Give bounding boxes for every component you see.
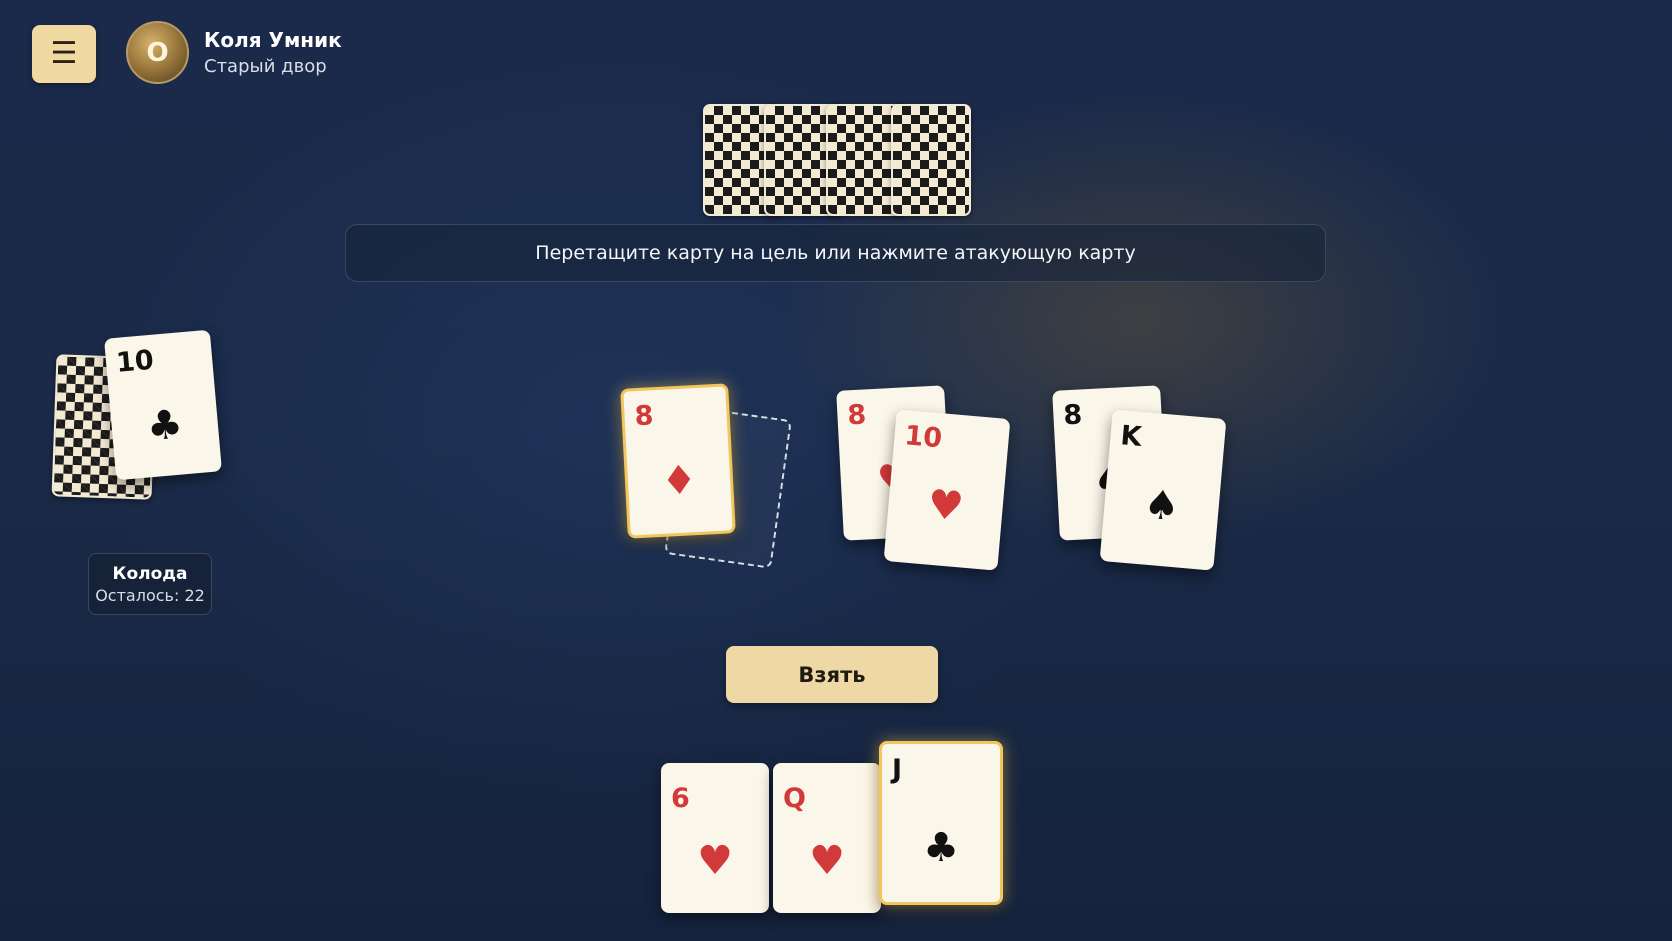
trump-rank: 10 bbox=[114, 344, 155, 379]
defense-card: 10 ♥ bbox=[883, 409, 1011, 571]
take-button[interactable]: Взять bbox=[726, 646, 938, 703]
attack-card[interactable]: 8 ♦ bbox=[620, 383, 736, 539]
card-rank: 8 bbox=[846, 399, 868, 432]
club-suit-icon: ♣ bbox=[923, 825, 959, 871]
deck-counter: Колода Осталось: 22 bbox=[88, 553, 212, 615]
heart-suit-icon: ♥ bbox=[809, 838, 845, 884]
card-rank: 10 bbox=[903, 420, 944, 455]
deck-remaining: Осталось: 22 bbox=[95, 586, 205, 605]
diamond-suit-icon: ♦ bbox=[659, 457, 699, 505]
card-rank: 8 bbox=[1062, 399, 1084, 432]
card-rank: J bbox=[892, 754, 903, 785]
club-suit-icon: ♣ bbox=[144, 401, 185, 451]
heart-suit-icon: ♥ bbox=[925, 481, 966, 531]
avatar-letter: O bbox=[146, 37, 169, 68]
hint-text: Перетащите карту на цель или нажмите ата… bbox=[535, 242, 1136, 264]
deck-title: Колода bbox=[112, 564, 188, 584]
menu-button[interactable]: ☰ bbox=[32, 25, 96, 83]
opponent-card-back bbox=[891, 104, 971, 216]
card-rank: Q bbox=[783, 783, 806, 814]
defense-card: K ♠ bbox=[1099, 409, 1227, 571]
hamburger-menu-icon: ☰ bbox=[50, 36, 78, 71]
hand-card-selected[interactable]: J ♣ bbox=[879, 741, 1003, 905]
player-name: Коля Умник bbox=[204, 28, 342, 52]
avatar: O bbox=[126, 21, 189, 84]
heart-suit-icon: ♥ bbox=[697, 838, 733, 884]
player-location: Старый двор bbox=[204, 56, 327, 77]
hand-card[interactable]: 6 ♥ bbox=[661, 763, 769, 913]
spade-suit-icon: ♠ bbox=[1141, 481, 1182, 531]
card-rank: 6 bbox=[671, 783, 690, 814]
take-button-label: Взять bbox=[798, 662, 866, 687]
card-rank: 8 bbox=[633, 400, 655, 433]
hint-bar: Перетащите карту на цель или нажмите ата… bbox=[345, 224, 1326, 282]
trump-card: 10 ♣ bbox=[104, 329, 222, 481]
hand-card[interactable]: Q ♥ bbox=[773, 763, 881, 913]
card-rank: K bbox=[1119, 420, 1143, 453]
